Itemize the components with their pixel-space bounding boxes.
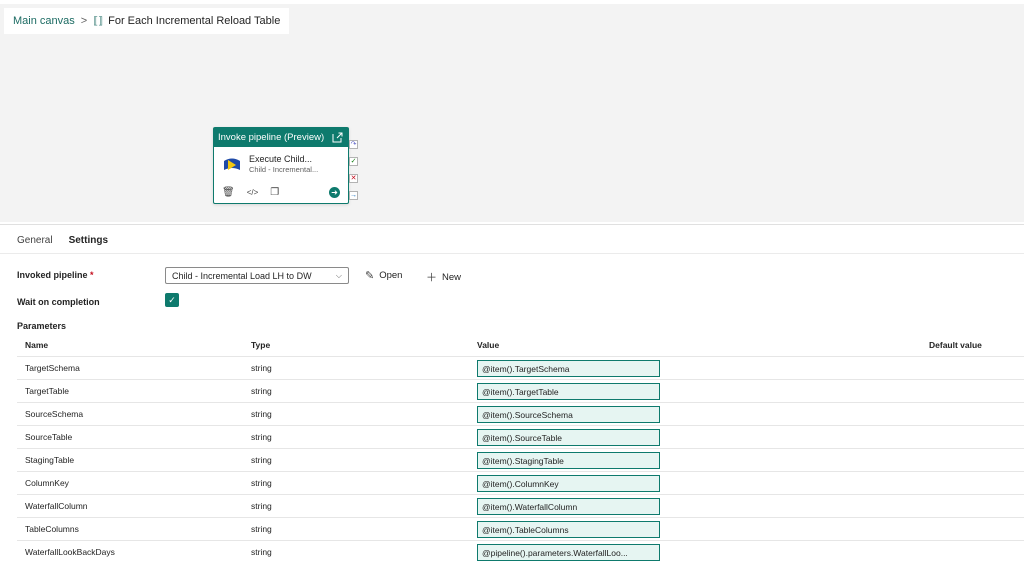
param-value-input[interactable]: @item().SourceTable (477, 429, 660, 446)
table-row: SourceTable string @item().SourceTable (17, 425, 1024, 448)
on-completion-port-icon[interactable]: → (349, 191, 358, 200)
param-name: ColumnKey (25, 478, 69, 488)
breadcrumb-main-canvas[interactable]: Main canvas (13, 15, 75, 27)
activity-body: Execute Child... Child - Incremental... (214, 147, 348, 183)
open-label: Open (379, 270, 403, 281)
param-type: string (251, 478, 272, 488)
invoked-pipeline-value: Child - Incremental Load LH to DW (172, 270, 312, 281)
invoked-pipeline-label: Invoked pipeline * (17, 270, 94, 280)
panel-tabs: General Settings (17, 235, 108, 250)
pencil-icon: ✎ (365, 270, 375, 282)
wait-on-completion-checkbox[interactable]: ✓ (165, 293, 179, 307)
param-value-input[interactable]: @item().SourceSchema (477, 406, 660, 423)
param-value-input[interactable]: @item().StagingTable (477, 452, 660, 469)
on-fail-port-icon[interactable]: ✕ (349, 174, 358, 183)
param-name: TableColumns (25, 524, 79, 534)
open-external-icon[interactable] (331, 131, 344, 144)
param-type: string (251, 501, 272, 511)
activity-type-label: Invoke pipeline (Preview) (218, 132, 325, 143)
delete-icon[interactable]: 🗑 (222, 187, 235, 198)
tab-settings[interactable]: Settings (69, 235, 108, 250)
param-type: string (251, 432, 272, 442)
required-mark: * (90, 270, 94, 280)
breadcrumb-current: For Each Incremental Reload Table (108, 15, 281, 27)
param-name: SourceSchema (25, 409, 84, 419)
activity-ports: ↷ ✓ ✕ → (349, 140, 359, 208)
properties-panel: General Settings Invoked pipeline * Chil… (0, 224, 1024, 575)
breadcrumb: Main canvas > ⟦⟧ For Each Incremental Re… (4, 8, 290, 34)
new-label: New (442, 271, 462, 283)
col-value: Value (477, 340, 500, 350)
invoked-pipeline-label-text: Invoked pipeline (17, 270, 88, 280)
parameters-label: Parameters (17, 321, 67, 331)
param-type: string (251, 547, 272, 557)
col-type: Type (251, 340, 271, 350)
on-skip-port-icon[interactable]: ↷ (349, 140, 358, 149)
param-type: string (251, 363, 272, 373)
table-row: ColumnKey string @item().ColumnKey (17, 471, 1024, 494)
parameters-table-header: Name Type Value Default value (17, 337, 1024, 356)
activity-subtitle: Child - Incremental... (249, 165, 319, 174)
param-name: StagingTable (25, 455, 75, 465)
param-value-input[interactable]: @item().TargetSchema (477, 360, 660, 377)
param-value-input[interactable]: @item().ColumnKey (477, 475, 660, 492)
param-type: string (251, 524, 272, 534)
invoked-pipeline-select[interactable]: Child - Incremental Load LH to DW ⌵ (165, 267, 349, 284)
col-default-value: Default value (929, 340, 982, 350)
tab-divider (0, 253, 1024, 254)
pipeline-icon (224, 158, 240, 170)
param-value-input[interactable]: @item().WaterfallColumn (477, 498, 660, 515)
invoke-pipeline-activity[interactable]: Invoke pipeline (Preview) Execute Child.… (213, 127, 349, 204)
chevron-down-icon: ⌵ (335, 270, 342, 280)
new-button[interactable]: ＋ New (426, 269, 461, 285)
param-name: TargetTable (25, 386, 69, 396)
param-value-input[interactable]: @item().TargetTable (477, 383, 660, 400)
on-success-port-icon[interactable]: ✓ (349, 157, 358, 166)
param-name: WaterfallLookBackDays (25, 547, 115, 557)
table-row: WaterfallLookBackDays string @pipeline().p… (17, 540, 1024, 563)
open-button[interactable]: ✎ Open (365, 269, 402, 282)
copy-icon[interactable]: ❐ (270, 187, 279, 198)
table-row: WaterfallColumn string @item().WaterfallCo… (17, 494, 1024, 517)
tab-general[interactable]: General (17, 235, 53, 250)
param-type: string (251, 409, 272, 419)
breadcrumb-separator: > (80, 15, 88, 27)
activity-toolbar: 🗑 </> ❐ ➜ (214, 183, 348, 201)
foreach-icon: ⟦⟧ (93, 15, 104, 27)
go-arrow-icon[interactable]: ➜ (329, 186, 340, 198)
table-row: TableColumns string @item().TableColumns (17, 517, 1024, 540)
activity-header: Invoke pipeline (Preview) (214, 128, 348, 147)
table-row: SourceSchema string @item().SourceSchema (17, 402, 1024, 425)
param-type: string (251, 386, 272, 396)
plus-icon: ＋ (426, 272, 437, 284)
param-type: string (251, 455, 272, 465)
wait-on-completion-label: Wait on completion (17, 297, 100, 307)
param-name: SourceTable (25, 432, 73, 442)
param-value-input[interactable]: @pipeline().parameters.WaterfallLoo... (477, 544, 660, 561)
table-row: TargetSchema string @item().TargetSchema (17, 356, 1024, 379)
param-name: WaterfallColumn (25, 501, 88, 511)
table-row: TargetTable string @item().TargetTable (17, 379, 1024, 402)
table-row: StagingTable string @item().StagingTable (17, 448, 1024, 471)
activity-name: Execute Child... (249, 154, 313, 164)
checkmark-icon: ✓ (168, 294, 176, 305)
pipeline-canvas[interactable]: Main canvas > ⟦⟧ For Each Incremental Re… (0, 0, 1024, 227)
param-name: TargetSchema (25, 363, 80, 373)
col-name: Name (25, 340, 49, 350)
code-icon[interactable]: </> (247, 188, 259, 197)
param-value-input[interactable]: @item().TableColumns (477, 521, 660, 538)
